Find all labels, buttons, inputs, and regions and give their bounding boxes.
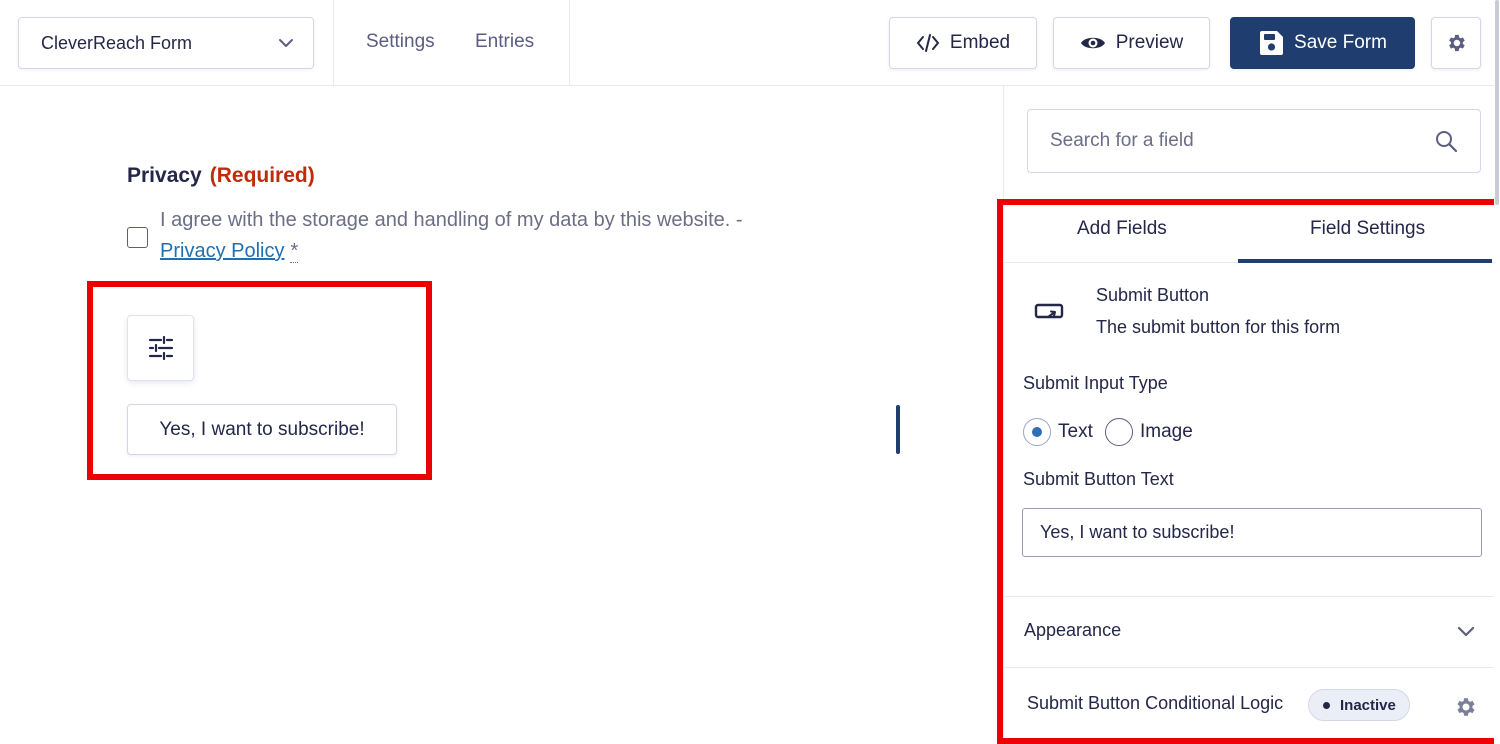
required-asterisk: * [290, 240, 299, 263]
form-selector-dropdown[interactable]: CleverReach Form [18, 17, 314, 69]
required-indicator: (Required) [209, 164, 315, 187]
toolbar-divider [569, 0, 570, 86]
field-settings-toggle[interactable] [127, 315, 194, 381]
form-selector-value: CleverReach Form [41, 32, 193, 53]
privacy-label-text: Privacy [127, 164, 202, 187]
highlight-frame-settings [997, 199, 1500, 744]
floppy-disk-icon [1260, 31, 1284, 55]
privacy-consent-text: I agree with the storage and handling of… [160, 205, 820, 267]
search-placeholder: Search for a field [1050, 130, 1194, 151]
resize-handle[interactable] [896, 405, 900, 454]
settings-link[interactable]: Settings [366, 31, 435, 53]
privacy-consent-checkbox[interactable] [127, 227, 148, 248]
code-icon [916, 34, 939, 52]
scrollbar-thumb[interactable] [1495, 0, 1499, 205]
toolbar-divider [333, 0, 334, 86]
field-search-input[interactable]: Search for a field [1027, 109, 1481, 173]
sliders-icon [148, 335, 173, 361]
gear-icon [1449, 34, 1465, 52]
search-icon [1436, 131, 1458, 153]
submit-button-preview-label: Yes, I want to subscribe! [159, 418, 365, 440]
submit-button-preview[interactable]: Yes, I want to subscribe! [127, 404, 397, 455]
entries-link[interactable]: Entries [475, 31, 534, 53]
form-settings-button[interactable] [1431, 17, 1481, 69]
embed-button[interactable]: Embed [889, 17, 1037, 69]
save-form-button-label: Save Form [1294, 32, 1387, 53]
preview-button-label: Preview [1115, 32, 1184, 53]
consent-statement: I agree with the storage and handling of… [160, 209, 743, 231]
preview-button[interactable]: Preview [1053, 17, 1210, 69]
eye-icon [1080, 37, 1105, 49]
save-form-button[interactable]: Save Form [1230, 17, 1415, 69]
page-scrollbar[interactable] [1494, 0, 1500, 744]
privacy-policy-link[interactable]: Privacy Policy [160, 240, 284, 262]
embed-button-label: Embed [949, 32, 1011, 53]
chevron-down-icon [279, 39, 293, 47]
top-toolbar: CleverReach Form Settings Entries Embed … [0, 0, 1500, 86]
privacy-field-label: Privacy (Required) [127, 164, 315, 188]
